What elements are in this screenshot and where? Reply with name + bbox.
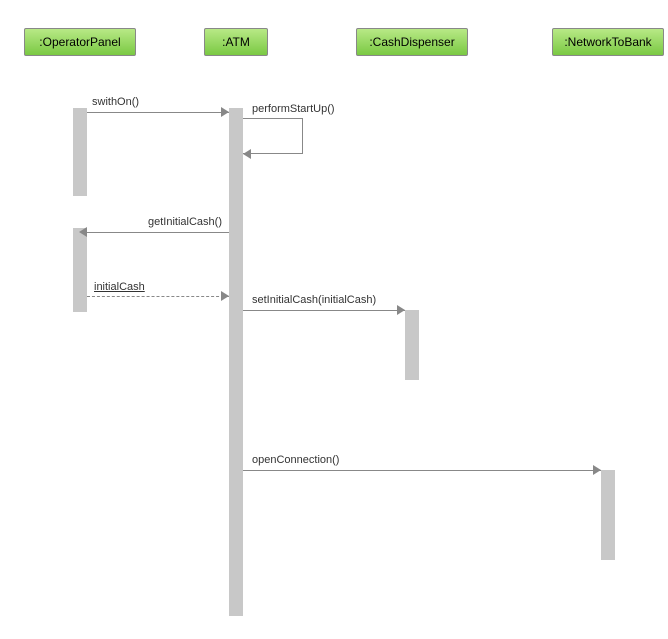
activation-cash-dispenser: [405, 310, 419, 380]
arrowhead-icon: [221, 291, 229, 301]
arrowhead-icon: [397, 305, 405, 315]
message-perform-startup: [243, 118, 303, 154]
lifeline-label: :ATM: [222, 35, 250, 49]
message-label-perform-startup: performStartUp(): [252, 103, 335, 115]
message-set-initial-cash: [243, 310, 405, 311]
lifeline-head-network-to-bank: :NetworkToBank: [552, 28, 664, 56]
lifeline-label: :CashDispenser: [369, 35, 454, 49]
arrowhead-icon: [593, 465, 601, 475]
activation-operator-panel-1: [73, 108, 87, 196]
lifeline-head-operator-panel: :OperatorPanel: [24, 28, 136, 56]
arrowhead-icon: [243, 149, 251, 159]
message-label-get-initial-cash: getInitialCash(): [148, 216, 222, 228]
lifeline-label: :OperatorPanel: [39, 35, 120, 49]
activation-network-to-bank: [601, 470, 615, 560]
lifeline-label: :NetworkToBank: [564, 35, 651, 49]
message-label-initial-cash: initialCash: [94, 281, 145, 293]
arrowhead-icon: [221, 107, 229, 117]
message-label-set-initial-cash: setInitialCash(initialCash): [252, 294, 376, 306]
message-open-connection: [243, 470, 601, 471]
message-initial-cash-return: [87, 296, 229, 297]
message-get-initial-cash: [87, 232, 229, 233]
lifeline-head-atm: :ATM: [204, 28, 268, 56]
arrowhead-icon: [79, 227, 87, 237]
message-label-open-connection: openConnection(): [252, 454, 339, 466]
activation-atm: [229, 108, 243, 616]
lifeline-head-cash-dispenser: :CashDispenser: [356, 28, 468, 56]
activation-operator-panel-2: [73, 228, 87, 312]
message-label-switch-on: swithOn(): [92, 96, 139, 108]
message-switch-on: [87, 112, 229, 113]
